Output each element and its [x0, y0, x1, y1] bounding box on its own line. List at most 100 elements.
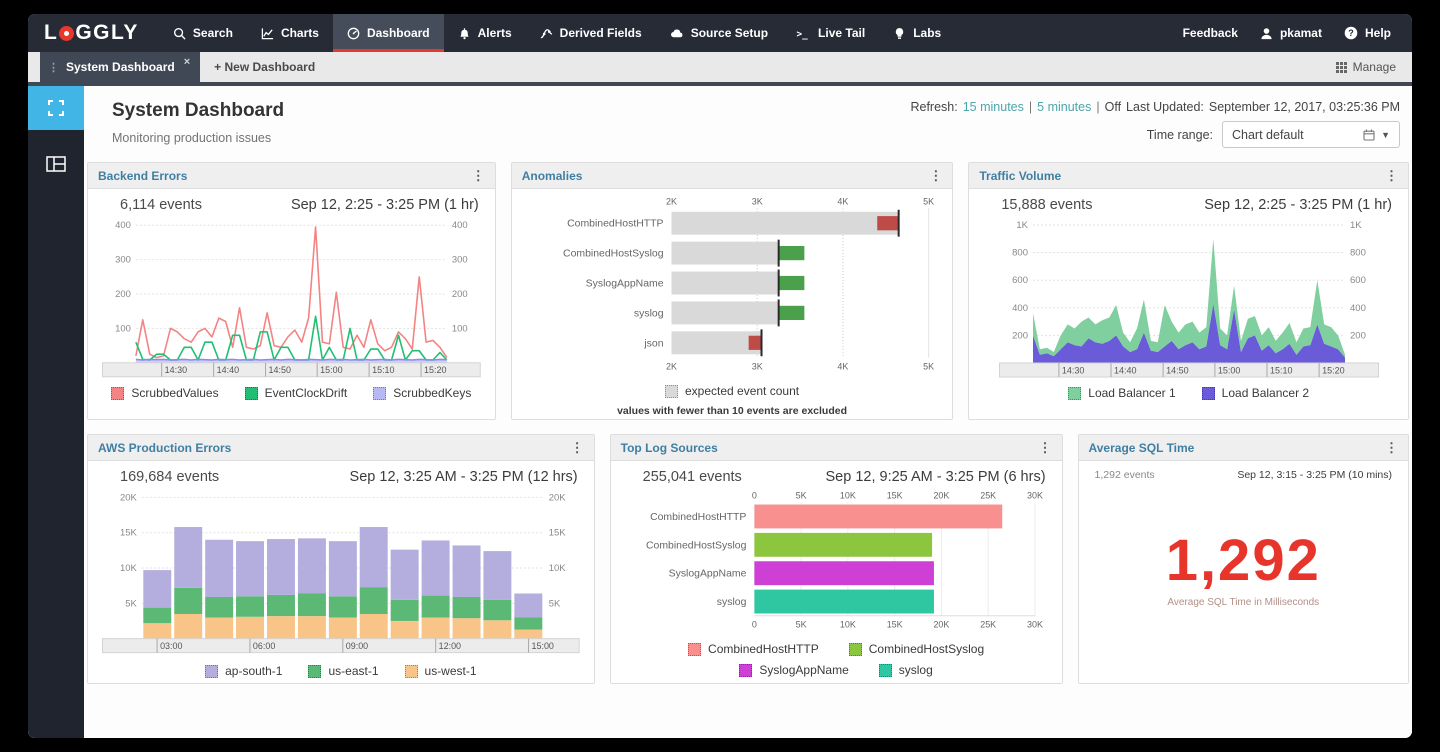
refresh-off-option[interactable]: Off [1105, 100, 1121, 114]
nav-label: Search [193, 26, 233, 40]
nav-item-live-tail[interactable]: >_ Live Tail [782, 14, 879, 52]
panel-menu-icon[interactable]: ⋮ [929, 169, 942, 182]
aws-production-errors-chart[interactable]: 5K5K10K10K15K15K20K20K03:0006:0009:0012:… [102, 489, 580, 657]
refresh-5-link[interactable]: 5 minutes [1037, 100, 1091, 114]
chevron-down-icon: ▼ [1381, 130, 1390, 140]
panel-title: Traffic Volume [979, 169, 1061, 183]
legend-item[interactable]: SyslogAppName [739, 663, 848, 677]
legend-item[interactable]: CombinedHostSyslog [849, 642, 984, 656]
svg-text:14:30: 14:30 [1062, 366, 1085, 376]
logo-text-pre: L [44, 21, 58, 45]
legend-item[interactable]: ScrubbedValues [111, 386, 218, 400]
panel-menu-icon[interactable]: ⋮ [1039, 441, 1052, 454]
nav-item-dashboard[interactable]: Dashboard [333, 14, 444, 52]
time-range-text: Sep 12, 3:25 AM - 3:25 PM (12 hrs) [350, 469, 578, 485]
svg-text:400: 400 [1012, 303, 1028, 314]
traffic-volume-legend: Load Balancer 1 Load Balancer 2 [983, 386, 1394, 400]
time-range-value: Chart default [1232, 128, 1357, 142]
time-range-row: Time range: Chart default ▼ [910, 121, 1400, 148]
legend-item[interactable]: Load Balancer 1 [1068, 386, 1175, 400]
nav-item-derived-fields[interactable]: Derived Fields [526, 14, 656, 52]
svg-text:15:20: 15:20 [1322, 366, 1345, 376]
help-menu[interactable]: ? Help [1333, 14, 1402, 52]
search-icon [173, 27, 186, 40]
svg-text:CombinedHostHTTP: CombinedHostHTTP [567, 219, 663, 230]
legend-swatch [308, 665, 321, 678]
labs-icon [893, 27, 906, 40]
legend-item[interactable]: expected event count [665, 384, 799, 398]
time-range-text: Sep 12, 2:25 - 3:25 PM (1 hr) [291, 197, 479, 213]
svg-text:syslog: syslog [716, 597, 746, 608]
time-range-select[interactable]: Chart default ▼ [1222, 121, 1400, 148]
top-log-sources-chart[interactable]: 005K5K10K10K15K15K20K20K25K25K30K30KComb… [625, 489, 1048, 635]
svg-text:14:40: 14:40 [217, 365, 239, 375]
svg-text:5K: 5K [125, 598, 137, 609]
nav-label: Feedback [1183, 26, 1238, 40]
svg-text:600: 600 [1012, 275, 1028, 286]
traffic-volume-svg: 2002004004006006008008001K1K14:3014:4014… [999, 217, 1379, 379]
panel-menu-icon[interactable]: ⋮ [1385, 441, 1398, 454]
close-tab-icon[interactable]: × [184, 56, 190, 68]
fullscreen-button[interactable] [28, 86, 84, 130]
nav-item-charts[interactable]: Charts [247, 14, 333, 52]
svg-text:14:30: 14:30 [165, 365, 187, 375]
panel-row-2: AWS Production Errors ⋮ 169,684 events S… [86, 434, 1410, 684]
alerts-icon [458, 27, 471, 40]
aws-production-errors-svg: 5K5K10K10K15K15K20K20K03:0006:0009:0012:… [102, 489, 580, 657]
legend-swatch [1068, 387, 1081, 400]
svg-text:5K: 5K [549, 598, 561, 609]
svg-text:30K: 30K [1027, 490, 1043, 500]
svg-text:0: 0 [752, 620, 757, 630]
feedback-link[interactable]: Feedback [1172, 14, 1249, 52]
legend-item[interactable]: us-west-1 [405, 664, 477, 678]
svg-text:SyslogAppName: SyslogAppName [585, 278, 663, 289]
nav-item-source-setup[interactable]: Source Setup [656, 14, 782, 52]
panel-title: Backend Errors [98, 169, 187, 183]
legend-swatch [205, 665, 218, 678]
panel-menu-icon[interactable]: ⋮ [472, 169, 485, 182]
legend-item[interactable]: CombinedHostHTTP [688, 642, 819, 656]
legend-item[interactable]: ap-south-1 [205, 664, 282, 678]
nav-item-search[interactable]: Search [159, 14, 247, 52]
legend-item[interactable]: us-east-1 [308, 664, 378, 678]
panel-menu-icon[interactable]: ⋮ [1385, 169, 1398, 182]
backend-errors-legend: ScrubbedValues EventClockDrift ScrubbedKey… [102, 386, 481, 400]
panel-backend-errors: Backend Errors ⋮ 6,114 events Sep 12, 2:… [87, 162, 496, 420]
navbar-right: Feedback pkamat ? Help [1172, 14, 1412, 52]
backend-errors-chart[interactable]: 10010020020030030040040014:3014:4014:501… [102, 217, 481, 379]
legend-item[interactable]: EventClockDrift [245, 386, 348, 400]
calendar-icon [1363, 129, 1375, 141]
user-menu[interactable]: pkamat [1249, 14, 1333, 52]
anomalies-chart[interactable]: 2K2K3K3K4K4K5K5KCombinedHostHTTPCombined… [526, 195, 939, 377]
legend-item[interactable]: ScrubbedKeys [373, 386, 471, 400]
username-label: pkamat [1280, 26, 1322, 40]
panel-menu-icon[interactable]: ⋮ [571, 441, 584, 454]
legend-label: CombinedHostHTTP [708, 642, 819, 656]
svg-text:CombinedHostSyslog: CombinedHostSyslog [563, 249, 664, 260]
legend-item[interactable]: syslog [879, 663, 933, 677]
svg-text:20K: 20K [549, 492, 566, 503]
manage-button[interactable]: Manage [1320, 52, 1412, 82]
loggly-logo[interactable]: LGGLY [28, 14, 159, 52]
backend-errors-svg: 10010020020030030040040014:3014:4014:501… [102, 217, 481, 379]
page-title: System Dashboard [112, 100, 284, 122]
anomalies-legend: expected event count [526, 384, 939, 398]
refresh-15-link[interactable]: 15 minutes [963, 100, 1024, 114]
logo-o-icon [59, 26, 74, 41]
tab-system-dashboard[interactable]: ⋮ System Dashboard × [40, 52, 200, 82]
panel-anomalies: Anomalies ⋮ 2K2K3K3K4K4K5K5KCombinedHost… [511, 162, 954, 420]
new-dashboard-button[interactable]: + New Dashboard [200, 52, 329, 82]
source-setup-icon [670, 27, 684, 40]
time-range-text: Sep 12, 2:25 - 3:25 PM (1 hr) [1204, 197, 1392, 213]
legend-swatch [879, 664, 892, 677]
svg-text:5K: 5K [795, 620, 806, 630]
layout-button[interactable] [28, 142, 84, 186]
nav-item-alerts[interactable]: Alerts [444, 14, 526, 52]
svg-text:?: ? [1348, 28, 1354, 38]
nav-item-labs[interactable]: Labs [879, 14, 955, 52]
traffic-volume-chart[interactable]: 2002004004006006008008001K1K14:3014:4014… [983, 217, 1394, 379]
svg-text:1K: 1K [1350, 220, 1362, 231]
nav-label: Labs [913, 26, 941, 40]
legend-item[interactable]: Load Balancer 2 [1202, 386, 1309, 400]
svg-text:09:00: 09:00 [346, 641, 368, 651]
